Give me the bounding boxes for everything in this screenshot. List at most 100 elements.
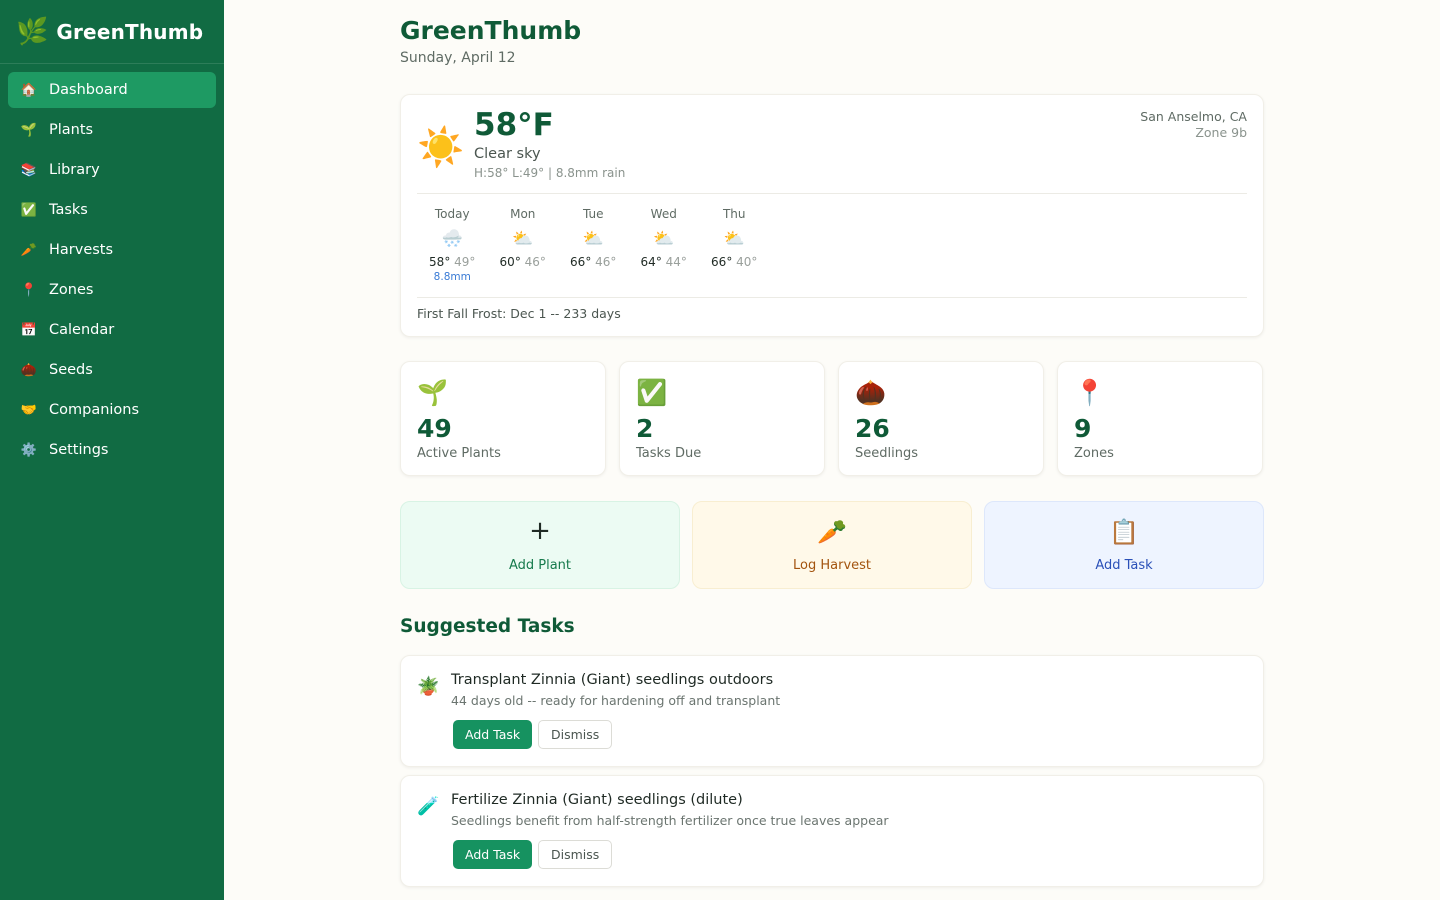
suggested-task-subtitle: 44 days old -- ready for hardening off a… bbox=[451, 693, 781, 708]
suggested-task-title: Transplant Zinnia (Giant) seedlings outd… bbox=[451, 672, 774, 688]
forecast-day-name: Thu bbox=[722, 207, 746, 221]
forecast-day: Today 🌨️ 58° 49° 8.8mm bbox=[417, 207, 488, 283]
chestnut-icon: 🌰 bbox=[855, 378, 887, 407]
forecast-temps: 64° 44° bbox=[629, 255, 700, 269]
sidebar: 🌿 GreenThumb 🏠 Dashboard 🌱 Plants 📚 Libr… bbox=[0, 0, 224, 900]
forecast-day: Mon ⛅ 60° 46° bbox=[488, 207, 559, 283]
test-tube-icon: 🧪 bbox=[417, 796, 440, 817]
sidebar-item-settings[interactable]: ⚙️ Settings bbox=[8, 432, 216, 468]
forecast-high: 60° bbox=[499, 255, 521, 269]
sidebar-item-label: Companions bbox=[49, 402, 140, 418]
brand[interactable]: 🌿 GreenThumb bbox=[0, 0, 224, 64]
home-icon: 🏠 bbox=[20, 82, 38, 98]
partly-cloudy-icon: ⛅ bbox=[653, 229, 675, 249]
forecast-day: Thu ⛅ 66° 40° bbox=[699, 207, 770, 283]
sidebar-item-label: Harvests bbox=[49, 242, 114, 258]
stat-label: Tasks Due bbox=[636, 446, 702, 461]
sidebar-item-label: Library bbox=[49, 162, 100, 178]
add-task-button[interactable]: Add Task bbox=[453, 840, 533, 869]
carrot-icon: 🥕 bbox=[817, 518, 847, 546]
sidebar-item-plants[interactable]: 🌱 Plants bbox=[8, 112, 216, 148]
forecast-temps: 66° 40° bbox=[699, 255, 770, 269]
forecast-low: 46° bbox=[524, 255, 546, 269]
page-date: Sunday, April 12 bbox=[400, 50, 516, 66]
action-label: Add Task bbox=[1095, 558, 1153, 573]
forecast-low: 40° bbox=[736, 255, 758, 269]
forecast-rain: 8.8mm bbox=[433, 271, 471, 283]
weather-detail: H:58° L:49° | 8.8mm rain bbox=[474, 166, 626, 180]
forecast-temps: 66° 46° bbox=[558, 255, 629, 269]
clipboard-icon: 📋 bbox=[1109, 518, 1139, 546]
sidebar-item-dashboard[interactable]: 🏠 Dashboard bbox=[8, 72, 216, 108]
suggested-task-item: 🧪 Fertilize Zinnia (Giant) seedlings (di… bbox=[400, 775, 1264, 887]
stat-value: 49 bbox=[417, 414, 452, 443]
forecast-low: 49° bbox=[454, 255, 476, 269]
forecast-temps: 60° 46° bbox=[488, 255, 559, 269]
forecast-day-name: Wed bbox=[650, 207, 677, 221]
snow-cloud-icon: 🌨️ bbox=[441, 229, 463, 249]
stat-card-active-plants[interactable]: 🌱 49 Active Plants bbox=[400, 361, 606, 476]
frost-date: First Fall Frost: Dec 1 -- 233 days bbox=[417, 306, 621, 321]
brand-name: GreenThumb bbox=[56, 19, 204, 44]
forecast-low: 46° bbox=[595, 255, 617, 269]
pin-icon: 📍 bbox=[20, 282, 38, 298]
page-title: GreenThumb bbox=[400, 16, 582, 45]
books-icon: 📚 bbox=[20, 162, 38, 178]
forecast-high: 66° bbox=[570, 255, 592, 269]
stat-label: Zones bbox=[1074, 446, 1114, 461]
forecast-temps: 58° 49° bbox=[417, 255, 488, 269]
gear-icon: ⚙️ bbox=[20, 442, 38, 458]
weather-condition: Clear sky bbox=[474, 146, 541, 162]
sidebar-item-label: Settings bbox=[49, 442, 109, 458]
potted-plant-icon: 🪴 bbox=[417, 676, 440, 697]
suggested-task-title: Fertilize Zinnia (Giant) seedlings (dilu… bbox=[451, 792, 743, 808]
plus-icon: + bbox=[529, 516, 551, 546]
sidebar-item-zones[interactable]: 📍 Zones bbox=[8, 272, 216, 308]
add-task-button[interactable]: 📋 Add Task bbox=[984, 501, 1264, 589]
suggested-tasks-title: Suggested Tasks bbox=[400, 616, 575, 637]
forecast-day-name: Today bbox=[434, 207, 470, 221]
check-icon: ✅ bbox=[636, 378, 668, 407]
add-plant-button[interactable]: + Add Plant bbox=[400, 501, 680, 589]
forecast-day: Tue ⛅ 66° 46° bbox=[558, 207, 629, 283]
seedling-icon: 🌱 bbox=[417, 378, 449, 407]
pin-icon: 📍 bbox=[1074, 378, 1106, 407]
divider bbox=[417, 297, 1247, 298]
forecast-day-name: Tue bbox=[583, 207, 604, 221]
sidebar-item-tasks[interactable]: ✅ Tasks bbox=[8, 192, 216, 228]
chestnut-icon: 🌰 bbox=[20, 362, 38, 378]
forecast-low: 44° bbox=[665, 255, 687, 269]
action-label: Log Harvest bbox=[793, 558, 871, 573]
carrot-icon: 🥕 bbox=[20, 242, 38, 258]
forecast-day: Wed ⛅ 64° 44° bbox=[629, 207, 700, 283]
divider bbox=[417, 193, 1247, 194]
stat-value: 26 bbox=[855, 414, 890, 443]
forecast-high: 66° bbox=[711, 255, 733, 269]
stat-label: Active Plants bbox=[417, 446, 501, 461]
stat-card-tasks-due[interactable]: ✅ 2 Tasks Due bbox=[619, 361, 825, 476]
forecast-high: 64° bbox=[640, 255, 662, 269]
sidebar-item-label: Tasks bbox=[49, 202, 88, 218]
stat-value: 2 bbox=[636, 414, 654, 443]
sidebar-item-label: Zones bbox=[49, 282, 94, 298]
seedling-icon: 🌱 bbox=[20, 122, 38, 138]
sidebar-item-harvests[interactable]: 🥕 Harvests bbox=[8, 232, 216, 268]
sidebar-item-seeds[interactable]: 🌰 Seeds bbox=[8, 352, 216, 388]
check-icon: ✅ bbox=[20, 202, 38, 218]
dismiss-button[interactable]: Dismiss bbox=[538, 840, 613, 869]
sidebar-item-label: Plants bbox=[49, 122, 94, 138]
add-task-button[interactable]: Add Task bbox=[453, 720, 533, 749]
dismiss-button[interactable]: Dismiss bbox=[538, 720, 613, 749]
stat-card-seedlings[interactable]: 🌰 26 Seedlings bbox=[838, 361, 1044, 476]
stat-card-zones[interactable]: 📍 9 Zones bbox=[1057, 361, 1263, 476]
partly-cloudy-icon: ⛅ bbox=[512, 229, 534, 249]
weather-card: ☀️ 58°F Clear sky H:58° L:49° | 8.8mm ra… bbox=[400, 94, 1264, 337]
log-harvest-button[interactable]: 🥕 Log Harvest bbox=[692, 501, 972, 589]
sun-icon: ☀️ bbox=[417, 125, 465, 169]
sidebar-item-companions[interactable]: 🤝 Companions bbox=[8, 392, 216, 428]
action-label: Add Plant bbox=[508, 558, 572, 573]
suggested-task-item: 🪴 Transplant Zinnia (Giant) seedlings ou… bbox=[400, 655, 1264, 767]
partly-cloudy-icon: ⛅ bbox=[582, 229, 604, 249]
sidebar-item-library[interactable]: 📚 Library bbox=[8, 152, 216, 188]
sidebar-item-calendar[interactable]: 📅 Calendar bbox=[8, 312, 216, 348]
